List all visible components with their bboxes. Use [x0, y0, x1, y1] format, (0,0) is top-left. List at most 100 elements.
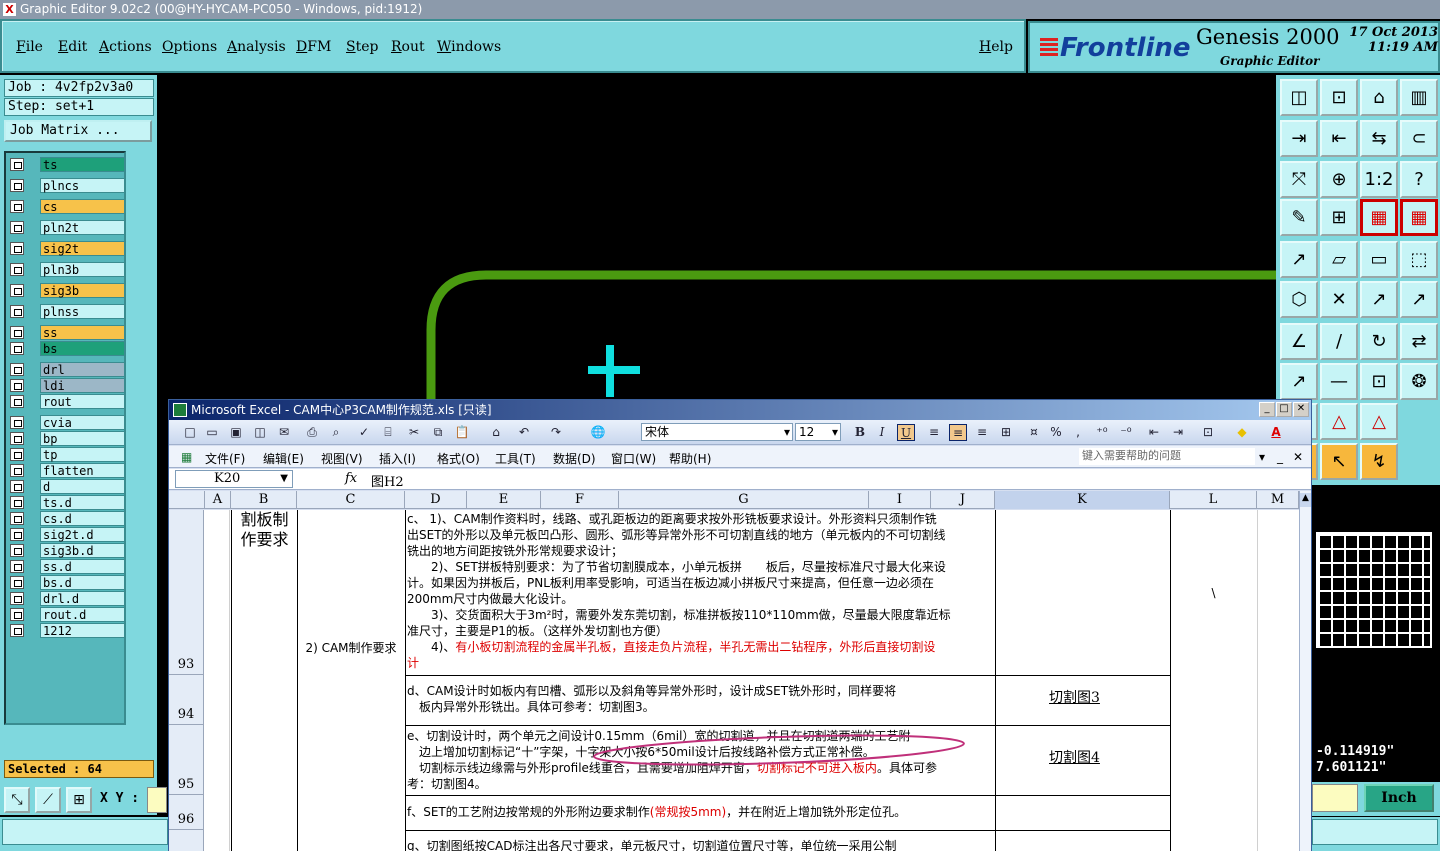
- box-icon[interactable]: ⬚: [1400, 241, 1438, 278]
- layer-checkbox[interactable]: [10, 326, 24, 339]
- preview-icon[interactable]: ⌕: [327, 424, 345, 441]
- grid-icon[interactable]: ⊞: [1320, 199, 1358, 236]
- paste-icon[interactable]: 📋: [453, 424, 471, 441]
- layers-red-2-icon[interactable]: ▦: [1400, 199, 1438, 236]
- undo-view-icon[interactable]: ⊂: [1400, 120, 1438, 157]
- layer-checkbox[interactable]: [10, 395, 24, 408]
- close-button[interactable]: ✕: [1293, 402, 1309, 417]
- layer-checkbox[interactable]: [10, 528, 24, 541]
- row-header-93[interactable]: 93: [169, 510, 204, 675]
- layer-checkbox[interactable]: [10, 221, 24, 234]
- pan-icon[interactable]: ⇆: [1360, 120, 1398, 157]
- center-icon[interactable]: ⊕: [1320, 161, 1358, 198]
- column-header-c[interactable]: C: [297, 491, 405, 509]
- layer-row[interactable]: sig3b: [8, 283, 126, 298]
- font-name-box[interactable]: 宋体 ▾: [641, 423, 793, 441]
- layer-checkbox[interactable]: [10, 576, 24, 589]
- maximize-button[interactable]: □: [1276, 402, 1292, 417]
- menu-file[interactable]: File: [16, 39, 43, 55]
- layer-row[interactable]: ts: [8, 157, 126, 172]
- layer-row[interactable]: cs: [8, 199, 126, 214]
- layer-row[interactable]: cvia: [8, 415, 126, 430]
- column-header-e[interactable]: E: [467, 491, 541, 509]
- layer-row[interactable]: plncs: [8, 178, 126, 193]
- column-header-d[interactable]: D: [405, 491, 467, 509]
- redo-icon[interactable]: ↷: [547, 424, 565, 441]
- cut-icon[interactable]: ✂: [405, 424, 423, 441]
- layer-row[interactable]: tp: [8, 447, 126, 462]
- layer-checkbox[interactable]: [10, 305, 24, 318]
- layer-checkbox[interactable]: [10, 464, 24, 477]
- bold-icon[interactable]: B: [851, 424, 869, 441]
- merge-icon[interactable]: ⊞: [997, 424, 1015, 441]
- menu-edit[interactable]: Edit: [58, 39, 87, 55]
- layer-name[interactable]: drl: [40, 362, 125, 377]
- units-field[interactable]: [1312, 784, 1358, 812]
- xl-menu-tools[interactable]: 工具(T): [495, 450, 536, 467]
- zoom-icon[interactable]: ⤡: [4, 787, 30, 813]
- menu-actions[interactable]: Actions: [99, 39, 152, 55]
- worksheet[interactable]: 93 94 95 96 割板制作要求 2) CAM制作要求 c、 1)、CAM制…: [169, 510, 1299, 851]
- layer-checkbox[interactable]: [10, 179, 24, 192]
- layer-name[interactable]: tp: [40, 447, 125, 462]
- help-dropdown-icon[interactable]: ▾: [1259, 450, 1265, 464]
- xl-menu-file[interactable]: 文件(F): [205, 450, 245, 467]
- scroll-up-icon[interactable]: ▲: [1300, 493, 1311, 507]
- layer-name[interactable]: pln2t: [40, 220, 125, 235]
- percent-icon[interactable]: %: [1047, 424, 1065, 441]
- help-icon[interactable]: ?: [1400, 161, 1438, 198]
- column-header-a[interactable]: A: [205, 491, 231, 509]
- layer-row[interactable]: cs.d: [8, 511, 126, 526]
- row-header-96[interactable]: 96: [169, 795, 204, 830]
- zoom-in-icon[interactable]: ⇥: [1280, 120, 1318, 157]
- layer-name[interactable]: 1212: [40, 623, 125, 638]
- column-header-f[interactable]: F: [541, 491, 619, 509]
- layer-row[interactable]: ts.d: [8, 495, 126, 510]
- workbook-icon[interactable]: ▦: [181, 450, 192, 464]
- xl-menu-window[interactable]: 窗口(W): [611, 450, 656, 467]
- column-header-j[interactable]: J: [931, 491, 995, 509]
- layer-row[interactable]: bp: [8, 431, 126, 446]
- layers-red-icon[interactable]: ▦: [1360, 199, 1398, 236]
- layer-name[interactable]: plnss: [40, 304, 125, 319]
- layer-checkbox[interactable]: [10, 158, 24, 171]
- layer-row[interactable]: pln3b: [8, 262, 126, 277]
- open-icon[interactable]: ▭: [203, 424, 221, 441]
- layer-checkbox[interactable]: [10, 448, 24, 461]
- layer-name[interactable]: bs.d: [40, 575, 125, 590]
- print-icon[interactable]: ⎙: [303, 424, 321, 441]
- borders-icon[interactable]: ⊡: [1199, 424, 1217, 441]
- layer-name[interactable]: rout: [40, 394, 125, 409]
- row-header-95[interactable]: 95: [169, 725, 204, 795]
- xy-input[interactable]: [147, 787, 167, 813]
- layer-name[interactable]: flatten: [40, 463, 125, 478]
- xl-menu-data[interactable]: 数据(D): [553, 450, 596, 467]
- layer-row[interactable]: pln2t: [8, 220, 126, 235]
- email-icon[interactable]: ✉: [275, 424, 293, 441]
- zoom-out-icon[interactable]: ⇤: [1320, 120, 1358, 157]
- snap-icon[interactable]: ⊞: [66, 787, 92, 813]
- layer-checkbox[interactable]: [10, 200, 24, 213]
- line-icon[interactable]: ↗: [1360, 281, 1398, 318]
- layer-checkbox[interactable]: [10, 263, 24, 276]
- layer-name[interactable]: plncs: [40, 178, 125, 193]
- triangle-3-icon[interactable]: △: [1360, 403, 1398, 440]
- select-icon[interactable]: ↗: [1280, 241, 1318, 278]
- align-left-icon[interactable]: ≡: [925, 424, 943, 441]
- layer-checkbox[interactable]: [10, 363, 24, 376]
- angle-icon[interactable]: ∠: [1280, 323, 1318, 360]
- layer-row[interactable]: rout.d: [8, 607, 126, 622]
- xl-menu-edit[interactable]: 编辑(E): [263, 450, 304, 467]
- layer-checkbox[interactable]: [10, 416, 24, 429]
- increase-decimal-icon[interactable]: ⁺⁰: [1093, 424, 1111, 441]
- xl-menu-view[interactable]: 视图(V): [321, 450, 363, 467]
- job-matrix-button[interactable]: Job Matrix ...: [4, 120, 152, 142]
- column-header-g[interactable]: G: [619, 491, 869, 509]
- minimize-button[interactable]: _: [1259, 402, 1275, 417]
- help-search-input[interactable]: 键入需要帮助的问题: [1079, 448, 1255, 465]
- layer-checkbox[interactable]: [10, 624, 24, 637]
- layer-row[interactable]: drl.d: [8, 591, 126, 606]
- layer-name[interactable]: pln3b: [40, 262, 125, 277]
- layer-checkbox[interactable]: [10, 608, 24, 621]
- layer-name[interactable]: bp: [40, 431, 125, 446]
